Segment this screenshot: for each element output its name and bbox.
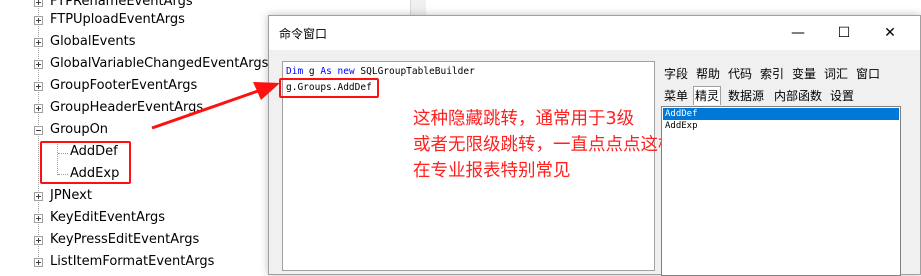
- highlight-box-tree: [40, 141, 131, 184]
- tree-item-label: GroupFooterEventArgs: [50, 78, 198, 93]
- annotation-line-1: 这种隐藏跳转，通常用于3级: [413, 109, 635, 129]
- tree-item-label: JPNext: [50, 188, 92, 203]
- list-item-addexp[interactable]: AddExp: [663, 120, 899, 132]
- annotation-line-3: 在专业报表特别常见: [413, 161, 571, 181]
- member-list[interactable]: AddDef AddExp: [661, 106, 901, 276]
- tab-help[interactable]: 帮助: [695, 65, 721, 83]
- maximize-button[interactable]: ☐: [821, 16, 867, 50]
- tab-code[interactable]: 代码: [727, 65, 753, 83]
- close-button[interactable]: ✕: [867, 16, 913, 50]
- expand-icon[interactable]: [34, 258, 43, 267]
- tree-item-label: FTPUploadEventArgs: [50, 12, 185, 27]
- expand-icon[interactable]: [34, 60, 43, 69]
- list-item-adddef[interactable]: AddDef: [663, 108, 899, 120]
- expand-icon[interactable]: [34, 104, 43, 113]
- tab-window[interactable]: 窗口: [855, 65, 881, 83]
- keyword: new: [331, 66, 355, 77]
- tab-wizard[interactable]: 精灵: [693, 86, 722, 105]
- code-line-1: Dim g As new SQLGroupTableBuilder: [286, 66, 475, 78]
- tab-index[interactable]: 索引: [759, 65, 785, 83]
- highlight-box-code: [279, 78, 379, 98]
- tree-item-label: GroupHeaderEventArgs: [50, 100, 204, 115]
- collapse-icon[interactable]: [34, 126, 43, 135]
- expand-icon[interactable]: [34, 82, 43, 91]
- tree-item-label: KeyPressEditEventArgs: [50, 232, 200, 247]
- tab-fields[interactable]: 字段: [663, 65, 689, 83]
- keyword: As: [320, 66, 332, 77]
- tab-vocabulary[interactable]: 词汇: [823, 65, 849, 83]
- tree-item-label: ListItemFormatEventArgs: [50, 254, 215, 269]
- tab-settings[interactable]: 设置: [829, 87, 855, 105]
- minimize-button[interactable]: —: [775, 16, 821, 50]
- tab-datasource[interactable]: 数据源: [727, 87, 765, 105]
- helper-panel: 字段 帮助 代码 索引 变量 词汇 窗口 菜单 精灵 数据源 内部函数 设置 A…: [659, 61, 917, 276]
- expand-icon[interactable]: [34, 214, 43, 223]
- tab-variables[interactable]: 变量: [791, 65, 817, 83]
- expand-icon[interactable]: [34, 192, 43, 201]
- code-text: SQLGroupTableBuilder: [354, 66, 475, 77]
- title-bar[interactable]: 命令窗口 — ☐ ✕: [269, 16, 920, 50]
- tree-item-label: GlobalEvents: [50, 34, 136, 49]
- tree-item-label: KeyEditEventArgs: [50, 210, 166, 225]
- expand-icon[interactable]: [34, 236, 43, 245]
- keyword: Dim: [286, 66, 304, 77]
- command-window: 命令窗口 — ☐ ✕ Dim g As new SQLGroupTableBui…: [268, 15, 921, 276]
- tab-menu[interactable]: 菜单: [663, 87, 689, 105]
- expand-icon[interactable]: [34, 16, 43, 25]
- window-title: 命令窗口: [279, 27, 328, 41]
- identifier: g: [303, 66, 321, 77]
- expand-icon[interactable]: [34, 38, 43, 47]
- tab-builtin-functions[interactable]: 内部函数: [773, 87, 823, 105]
- tree-item-label: GroupOn: [50, 122, 109, 137]
- tree-item-label: GlobalVariableChangedEventArgs: [50, 56, 269, 71]
- expand-icon[interactable]: [34, 0, 43, 7]
- code-editor[interactable]: Dim g As new SQLGroupTableBuilder g.Grou…: [279, 61, 746, 271]
